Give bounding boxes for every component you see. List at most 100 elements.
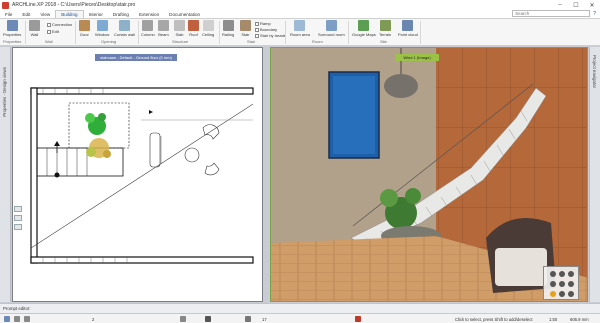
settings-icon[interactable] — [568, 291, 574, 297]
group-properties-label: Properties — [3, 39, 22, 44]
slab-icon — [174, 20, 185, 31]
look-icon[interactable] — [559, 281, 565, 287]
window-button[interactable]: Window — [95, 20, 109, 37]
beam-button[interactable]: Beam — [158, 20, 169, 37]
zoom-tool-button[interactable] — [14, 315, 20, 323]
ramp-button[interactable]: Ramp — [255, 21, 271, 26]
render-view-title[interactable]: Wind 1 (Image) — [395, 54, 439, 61]
google-maps-icon — [358, 20, 370, 31]
stair-button[interactable]: Stair — [240, 20, 251, 37]
search-input[interactable] — [512, 10, 591, 17]
plan-view-title[interactable]: staircase - Default - Ground floor (0 mm… — [95, 54, 177, 61]
room-area-button[interactable]: Room area — [290, 20, 310, 37]
wall-button[interactable]: Wall — [29, 20, 40, 37]
boundary-button[interactable]: Boundary — [255, 27, 277, 32]
pen-button[interactable] — [205, 315, 211, 323]
pan-icon — [24, 316, 30, 322]
group-site-label: Site — [380, 39, 387, 44]
tab-view[interactable]: View — [35, 10, 55, 18]
scale-value[interactable]: 2 — [92, 315, 94, 323]
connection-button[interactable]: Connection — [47, 22, 72, 27]
view-navigation-pad[interactable] — [543, 266, 579, 300]
grid-toggle[interactable] — [245, 315, 251, 323]
curtain-wall-icon — [118, 20, 130, 31]
render-icon[interactable] — [559, 291, 565, 297]
properties-side-panel[interactable]: Properties - Design views — [0, 47, 11, 302]
pan-tool-button[interactable] — [24, 315, 30, 323]
slab-button[interactable]: Slab — [174, 20, 185, 37]
properties-icon — [6, 20, 18, 31]
stair-icon — [240, 20, 251, 31]
ribbon: Properties Wall Connection Edit Door Win… — [0, 19, 600, 46]
help-icon[interactable]: ? — [593, 11, 596, 17]
stair-by-treads-button[interactable]: Stair by treads — [255, 33, 286, 38]
orbit-icon[interactable] — [550, 271, 556, 277]
grid-icon[interactable] — [14, 224, 22, 230]
tab-file[interactable]: File — [0, 10, 17, 18]
title-bar: ARCHLine.XP 2018 - C:\Users\Pieces\Deskt… — [0, 0, 600, 10]
ribbon-tab-bar: File Edit View Building Interior Draftin… — [0, 10, 600, 19]
pan-icon[interactable] — [550, 281, 556, 287]
select-icon — [4, 316, 10, 322]
tab-interior[interactable]: Interior — [84, 10, 108, 18]
google-maps-button[interactable]: Google Maps — [352, 20, 376, 37]
grid-icon — [245, 316, 251, 322]
column-icon — [142, 20, 154, 31]
bottom-toolbar: 2 17 Click to select, press Shift to add… — [0, 313, 600, 323]
group-wall-label: Wall — [45, 39, 53, 44]
zoom-level-field[interactable]: 17 — [262, 315, 267, 323]
group-opening-label: Opening — [101, 39, 117, 44]
scale-ratio[interactable]: 1:50 — [549, 315, 557, 323]
terrain-button[interactable]: Terrain — [379, 20, 391, 37]
ceiling-button[interactable]: Ceiling — [202, 20, 214, 37]
select-tool-button[interactable] — [4, 315, 10, 323]
zoom-icon[interactable] — [568, 271, 574, 277]
sun-icon[interactable] — [550, 291, 556, 297]
camera-icon[interactable] — [568, 281, 574, 287]
layer-icon[interactable] — [14, 215, 22, 221]
layers-button[interactable] — [180, 315, 186, 323]
properties-button[interactable]: Properties — [3, 20, 21, 37]
surround-room-button[interactable]: Surround room — [318, 20, 345, 37]
roof-button[interactable]: Roof — [188, 20, 199, 37]
layers-icon — [180, 316, 186, 322]
tab-edit[interactable]: Edit — [17, 10, 35, 18]
status-hint: Click to select, press Shift to add/dese… — [455, 316, 533, 322]
list-icon[interactable] — [14, 206, 22, 212]
beam-icon — [158, 20, 169, 31]
project-navigator-panel[interactable]: Project navigator — [589, 47, 600, 302]
wall-icon — [29, 20, 40, 31]
group-room-label: Room — [312, 39, 323, 44]
snap-icon — [355, 316, 361, 322]
render-image[interactable] — [271, 48, 588, 302]
door-icon — [79, 20, 90, 31]
plan-mini-toolbar — [12, 206, 24, 238]
point-cloud-button[interactable]: Point cloud — [398, 20, 418, 37]
window-icon — [96, 20, 108, 31]
tab-drafting[interactable]: Drafting — [108, 10, 134, 18]
walk-icon[interactable] — [559, 271, 565, 277]
project-navigator-label: Project navigator — [592, 55, 597, 88]
group-stair-label: Stair — [247, 39, 256, 44]
surround-room-icon — [325, 20, 337, 31]
window-title: ARCHLine.XP 2018 - C:\Users\Pieces\Deskt… — [12, 2, 136, 8]
snap-toggle[interactable] — [355, 315, 361, 323]
door-button[interactable]: Door — [79, 20, 90, 37]
properties-panel-label: Properties - Design views — [2, 67, 7, 117]
terrain-icon — [379, 20, 391, 31]
edit-button[interactable]: Edit — [47, 29, 59, 34]
point-cloud-icon — [402, 20, 414, 31]
railing-button[interactable]: Railing — [222, 20, 234, 37]
zoom-icon — [14, 316, 20, 322]
pen-icon — [205, 316, 211, 322]
curtain-wall-button[interactable]: Curtain wall — [114, 20, 135, 37]
3d-render-view[interactable] — [270, 47, 588, 302]
dimension-readout: 606.9 mm — [570, 316, 589, 322]
floor-plan-view[interactable] — [12, 47, 263, 302]
tab-building[interactable]: Building — [55, 10, 84, 18]
column-button[interactable]: Column — [141, 20, 155, 37]
floor-plan-drawing[interactable] — [13, 48, 264, 303]
tab-documentation[interactable]: Documentation — [164, 10, 205, 18]
tab-extension[interactable]: Extension — [134, 10, 164, 18]
app-logo-icon — [2, 1, 9, 9]
